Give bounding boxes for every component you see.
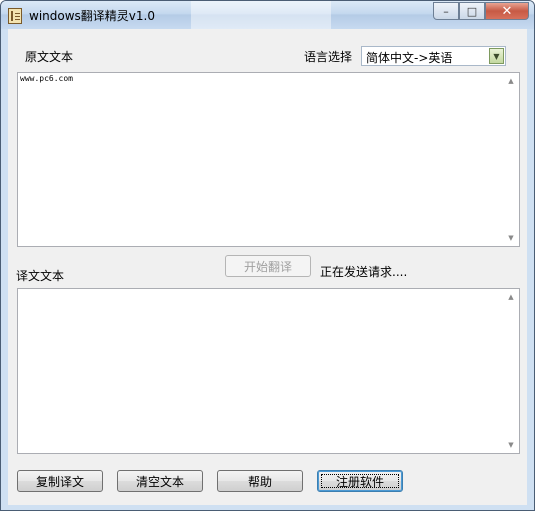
status-text: 正在发送请求....	[320, 265, 408, 279]
language-select-value: 简体中文->英语	[366, 51, 453, 65]
source-scrollbar[interactable]: ▲ ▼	[503, 73, 519, 246]
help-button[interactable]: 帮助	[217, 470, 303, 492]
start-translate-button[interactable]: 开始翻译	[225, 255, 311, 277]
close-icon: ✕	[501, 3, 513, 19]
source-text-label: 原文文本	[25, 50, 74, 64]
maximize-button[interactable]: □	[459, 2, 485, 20]
scroll-up-icon[interactable]: ▲	[503, 73, 519, 89]
maximize-icon: □	[466, 4, 478, 18]
target-textarea[interactable]: ▲ ▼	[17, 288, 520, 454]
scroll-up-icon[interactable]: ▲	[503, 289, 519, 305]
window-controls: – □ ✕	[433, 2, 529, 20]
scroll-down-icon[interactable]: ▼	[503, 437, 519, 453]
dropdown-arrow-icon[interactable]: ▼	[489, 48, 504, 64]
window-title: windows翻译精灵v1.0	[29, 9, 155, 23]
scroll-down-icon[interactable]: ▼	[503, 230, 519, 246]
minimize-icon: –	[443, 4, 449, 18]
title-bar[interactable]: windows翻译精灵v1.0 – □ ✕	[1, 1, 534, 29]
client-area: 原文文本 语言选择 简体中文->英语 ▼ www.pc6.com ▲ ▼ 译文文…	[8, 29, 527, 505]
close-button[interactable]: ✕	[485, 2, 529, 20]
source-text-content: www.pc6.com	[20, 74, 73, 83]
source-textarea[interactable]: www.pc6.com ▲ ▼	[17, 72, 520, 247]
app-window: windows翻译精灵v1.0 – □ ✕ 原文文本 语言选择 简体中文->英语…	[0, 0, 535, 511]
register-software-button[interactable]: 注册软件	[317, 470, 403, 492]
copy-translation-button[interactable]: 复制译文	[17, 470, 103, 492]
clear-text-button[interactable]: 清空文本	[117, 470, 203, 492]
minimize-button[interactable]: –	[433, 2, 459, 20]
target-scrollbar[interactable]: ▲ ▼	[503, 289, 519, 453]
language-select[interactable]: 简体中文->英语 ▼	[361, 46, 506, 66]
target-text-label: 译文文本	[16, 269, 65, 283]
language-select-label: 语言选择	[304, 50, 353, 64]
app-book-icon	[8, 8, 22, 24]
